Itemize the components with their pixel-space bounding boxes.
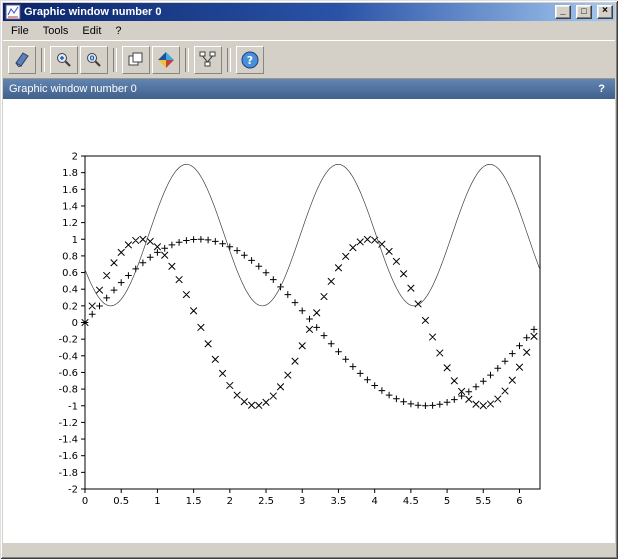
zoom-in-button[interactable]: [50, 46, 78, 74]
menu-tools[interactable]: Tools: [36, 23, 76, 39]
svg-text:3.5: 3.5: [331, 496, 347, 507]
menu-help[interactable]: ?: [108, 23, 128, 39]
plot-canvas[interactable]: 0 0.5 1 1.5 2 2.5 3 3.5 4 4.5 5 5.5 6 2 1.8 1.6 1.4 1.2 1 0…: [3, 99, 615, 543]
ged-button[interactable]: [194, 46, 222, 74]
svg-text:0.4: 0.4: [62, 285, 78, 296]
svg-text:0: 0: [90, 54, 95, 62]
svg-text:?: ?: [247, 54, 253, 67]
toolbar-separator: [113, 48, 117, 72]
svg-text:-0.8: -0.8: [58, 385, 78, 396]
svg-text:2.5: 2.5: [258, 496, 274, 507]
svg-text:6: 6: [516, 496, 522, 507]
svg-text:-1: -1: [68, 401, 78, 412]
svg-text:1: 1: [154, 496, 160, 507]
svg-text:1.5: 1.5: [186, 496, 202, 507]
export-icon: [12, 50, 32, 70]
ged-icon: [198, 50, 218, 70]
graphic-window: Graphic window number 0 _ □ × File Tools…: [0, 0, 618, 559]
original-view-icon: [126, 50, 146, 70]
svg-text:4.5: 4.5: [403, 496, 419, 507]
svg-text:0: 0: [72, 318, 78, 329]
toolbar-separator: [185, 48, 189, 72]
svg-text:1.2: 1.2: [62, 218, 78, 229]
menu-file[interactable]: File: [4, 23, 36, 39]
svg-text:2: 2: [227, 496, 233, 507]
menu-bar: File Tools Edit ?: [3, 21, 615, 40]
svg-text:0: 0: [82, 496, 88, 507]
zoom-out-button[interactable]: 0: [80, 46, 108, 74]
svg-text:0.6: 0.6: [62, 268, 78, 279]
help-button[interactable]: ?: [236, 46, 264, 74]
dock-help-button[interactable]: ?: [594, 83, 609, 95]
dock-title: Graphic window number 0: [9, 83, 594, 95]
export-button[interactable]: [8, 46, 36, 74]
original-view-button[interactable]: [122, 46, 150, 74]
svg-text:-1.2: -1.2: [58, 418, 78, 429]
svg-text:-0.6: -0.6: [58, 368, 78, 379]
toolbar: 0: [3, 40, 615, 79]
svg-text:4: 4: [371, 496, 377, 507]
svg-text:0.2: 0.2: [62, 301, 78, 312]
svg-text:5.5: 5.5: [475, 496, 491, 507]
app-icon: [5, 4, 21, 20]
window-title: Graphic window number 0: [24, 6, 550, 18]
svg-text:3: 3: [299, 496, 305, 507]
svg-text:-2: -2: [68, 485, 78, 496]
svg-text:5: 5: [444, 496, 450, 507]
help-icon: ?: [240, 50, 260, 70]
svg-text:1.8: 1.8: [62, 168, 78, 179]
svg-text:2: 2: [72, 152, 78, 163]
svg-text:1: 1: [72, 235, 78, 246]
svg-text:-1.4: -1.4: [58, 435, 78, 446]
title-bar[interactable]: Graphic window number 0 _ □ ×: [3, 3, 615, 21]
svg-text:-0.2: -0.2: [58, 335, 78, 346]
app-icon-graphic: [5, 4, 21, 20]
svg-text:1.4: 1.4: [62, 201, 78, 212]
svg-text:-1.8: -1.8: [58, 468, 78, 479]
rotate-3d-button[interactable]: [152, 46, 180, 74]
rotate-3d-icon: [156, 50, 176, 70]
minimize-button[interactable]: _: [555, 5, 571, 19]
toolbar-separator: [41, 48, 45, 72]
svg-text:-1.6: -1.6: [58, 451, 78, 462]
maximize-button[interactable]: □: [576, 5, 592, 19]
svg-text:0.8: 0.8: [62, 251, 78, 262]
svg-text:1.6: 1.6: [62, 185, 78, 196]
close-button[interactable]: ×: [597, 5, 613, 19]
zoom-out-icon: 0: [84, 50, 104, 70]
zoom-in-icon: [54, 50, 74, 70]
dock-title-bar[interactable]: Graphic window number 0 ?: [3, 79, 615, 99]
svg-text:0.5: 0.5: [113, 496, 129, 507]
svg-text:-0.4: -0.4: [58, 351, 78, 362]
plot-svg: 0 0.5 1 1.5 2 2.5 3 3.5 4 4.5 5 5.5 6 2 1.8 1.6 1.4 1.2 1 0…: [3, 99, 613, 543]
menu-edit[interactable]: Edit: [75, 23, 108, 39]
toolbar-separator: [227, 48, 231, 72]
